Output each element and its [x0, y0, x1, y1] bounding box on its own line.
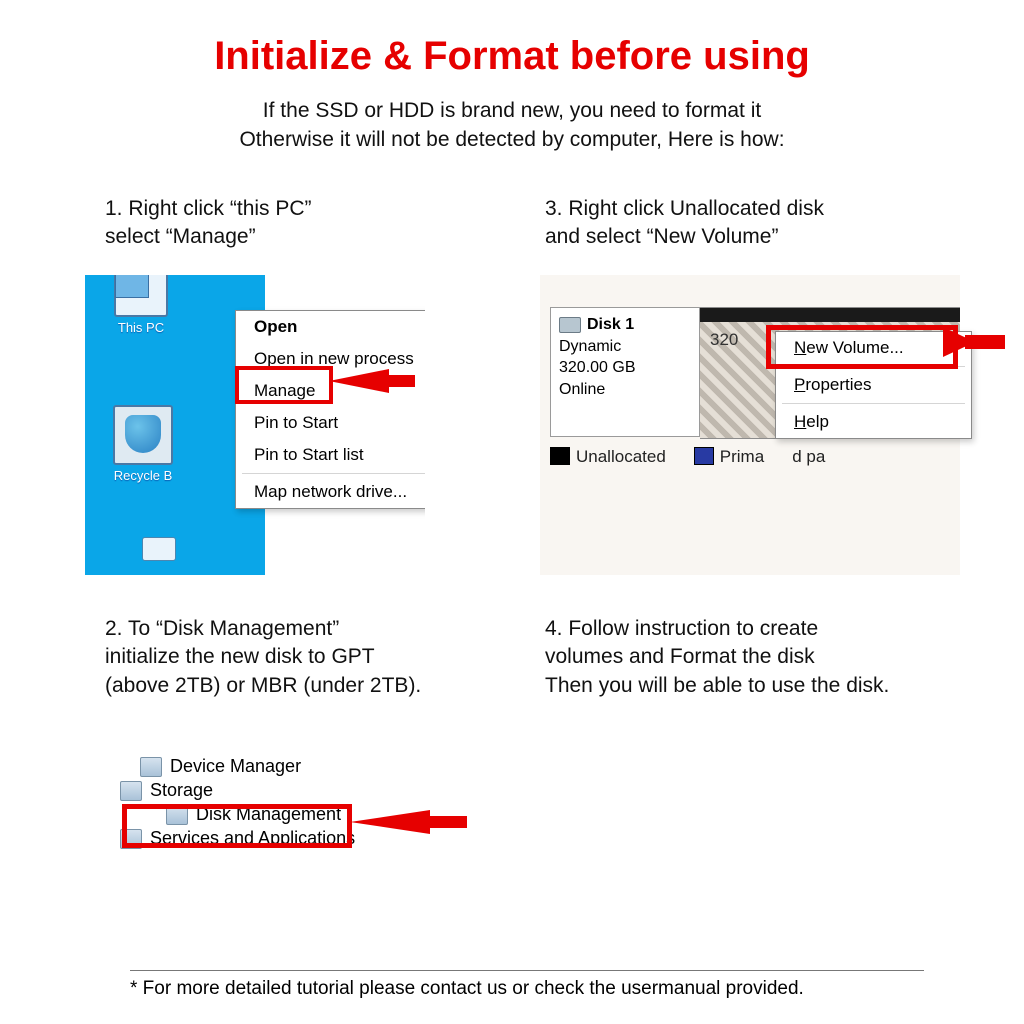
device-icon — [140, 757, 162, 777]
recycle-bin-icon[interactable]: Recycle B — [103, 405, 183, 483]
step3-caption: 3. Right click Unallocated disk and sele… — [545, 195, 925, 252]
step4-caption: 4. Follow instruction to create volumes … — [545, 615, 945, 700]
this-pc-icon[interactable]: This PC — [107, 275, 175, 335]
arrow-icon — [350, 810, 430, 834]
menu-map-network-drive[interactable]: Map network drive... — [236, 476, 425, 508]
screenshot-step1: This PC Recycle B Open Open in new proce… — [85, 275, 425, 575]
arrow-icon — [329, 369, 389, 393]
page: Initialize & Format before using If the … — [0, 0, 1024, 1024]
page-title: Initialize & Format before using — [0, 34, 1024, 79]
step1-caption: 1. Right click “this PC” select “Manage” — [105, 195, 455, 252]
disk-info-panel: Disk 1 Dynamic 320.00 GB Online — [550, 307, 700, 437]
footnote: * For more detailed tutorial please cont… — [130, 978, 804, 1000]
storage-icon — [120, 781, 142, 801]
page-subtitle: If the SSD or HDD is brand new, you need… — [0, 96, 1024, 155]
disk-size: 320.00 GB — [559, 357, 691, 379]
tree-device-manager[interactable]: Device Manager — [140, 756, 440, 777]
subtitle-line2: Otherwise it will not be detected by com… — [239, 128, 784, 151]
menu-pin-to-start-list[interactable]: Pin to Start list — [236, 439, 425, 471]
context-menu: Open Open in new process Manage Pin to S… — [235, 310, 425, 509]
legend-unallocated-swatch — [550, 447, 570, 465]
menu-separator — [782, 403, 965, 404]
disk-type: Dynamic — [559, 336, 691, 358]
subtitle-line1: If the SSD or HDD is brand new, you need… — [263, 99, 761, 122]
menu-properties[interactable]: Properties — [776, 369, 971, 401]
disk-status: Online — [559, 379, 691, 401]
menu-separator — [242, 473, 425, 474]
highlight-new-volume — [766, 325, 958, 369]
screenshot-step3: Disk 1 Dynamic 320.00 GB Online 320 Unal… — [540, 275, 960, 575]
menu-help[interactable]: Help — [776, 406, 971, 438]
disk-icon — [559, 317, 581, 333]
highlight-disk-management — [122, 804, 352, 848]
desktop-generic-icon[interactable] — [125, 537, 193, 561]
legend: Unallocated Prima d pa — [550, 447, 825, 467]
menu-open[interactable]: Open — [236, 311, 425, 343]
screenshot-step2: Device Manager Storage Disk Management S… — [140, 753, 440, 883]
highlight-manage — [235, 366, 333, 404]
legend-primary-swatch — [694, 447, 714, 465]
step2-caption: 2. To “Disk Management” initialize the n… — [105, 615, 455, 700]
divider — [130, 970, 924, 971]
menu-pin-to-start[interactable]: Pin to Start — [236, 407, 425, 439]
arrow-tail — [965, 335, 1005, 349]
tree-storage[interactable]: Storage — [120, 780, 440, 801]
